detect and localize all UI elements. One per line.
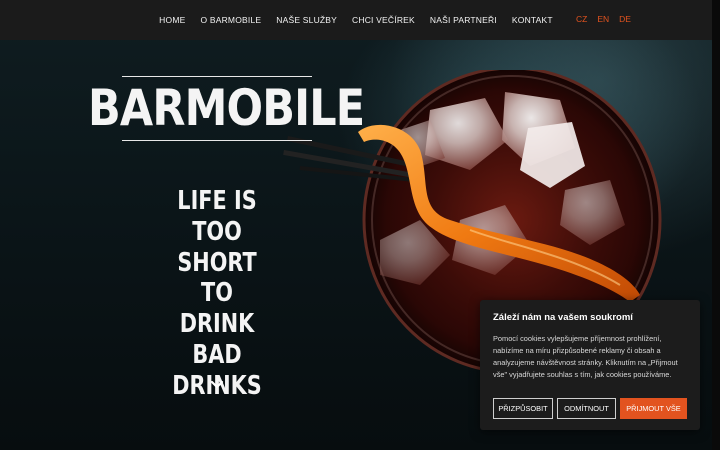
language-switcher: CZ EN DE <box>576 14 631 24</box>
nav-item-partners[interactable]: NAŠI PARTNEŘI <box>422 15 504 25</box>
chevron-down-icon[interactable] <box>209 378 225 392</box>
nav-item-services[interactable]: NAŠE SLUŽBY <box>269 15 345 25</box>
cookie-consent-banner: Záleží nám na vašem soukromí Pomocí cook… <box>480 300 700 430</box>
accept-all-button[interactable]: PŘIJMOUT VŠE <box>620 398 687 419</box>
nav-item-home[interactable]: HOME <box>152 15 193 25</box>
logo-text: BARMOBILE <box>88 79 365 137</box>
hero-tagline: LIFE IS TOO SHORT TO DRINK BAD DRINKS <box>163 186 270 402</box>
nav-item-about[interactable]: O BARMOBILE <box>193 15 269 25</box>
reject-button[interactable]: ODMÍTNOUT <box>557 398 616 419</box>
nav-item-contact[interactable]: KONTAKT <box>504 15 560 25</box>
lang-en[interactable]: EN <box>597 14 609 24</box>
page-edge <box>712 0 720 450</box>
tagline-line: TO DRINK <box>179 278 255 340</box>
cookie-description: Pomocí cookies vylepšujeme příjemnost pr… <box>493 334 678 379</box>
lang-cz[interactable]: CZ <box>576 14 587 24</box>
nav-item-party[interactable]: CHCI VEČÍREK <box>345 15 423 25</box>
tagline-line: TOO <box>192 216 242 247</box>
logo-divider-top <box>122 76 312 77</box>
logo-divider-bottom <box>122 140 312 141</box>
tagline-line: LIFE IS <box>177 186 257 216</box>
customize-button[interactable]: PŘIZPŮSOBIT <box>493 398 553 419</box>
tagline-line: SHORT <box>177 247 257 278</box>
top-navigation-bar: HOME O BARMOBILE NAŠE SLUŽBY CHCI VEČÍRE… <box>0 0 712 40</box>
tagline-line: BAD <box>192 339 242 370</box>
cookie-title: Záleží nám na vašem soukromí <box>493 312 633 323</box>
cookie-actions: PŘIZPŮSOBIT ODMÍTNOUT PŘIJMOUT VŠE <box>493 398 687 419</box>
lang-de[interactable]: DE <box>619 14 631 24</box>
